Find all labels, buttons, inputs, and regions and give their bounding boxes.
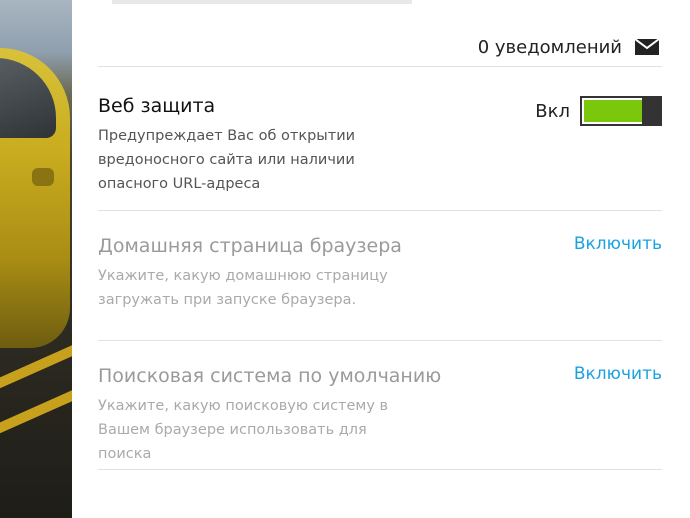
notifications-count[interactable]: 0 уведомлений: [478, 37, 622, 58]
divider: [98, 469, 662, 470]
toggle-on-fill: [584, 100, 645, 122]
web-protection-toggle[interactable]: [580, 96, 662, 126]
enable-homepage-link[interactable]: Включить: [574, 234, 662, 254]
notifications-area[interactable]: 0 уведомлений: [478, 34, 660, 60]
setting-browser-homepage: Домашняя страница браузера Укажите, каку…: [98, 234, 662, 312]
divider: [98, 66, 662, 67]
settings-panel: 0 уведомлений Веб защита Предупреждает В…: [72, 0, 690, 518]
car-door-handle: [32, 168, 54, 186]
divider: [98, 210, 662, 211]
setting-description: Предупреждает Вас об открытии вредоносно…: [98, 128, 356, 192]
background-photo: [0, 0, 72, 518]
enable-search-link[interactable]: Включить: [574, 364, 662, 384]
top-strip: [112, 0, 412, 4]
web-protection-toggle-group[interactable]: Вкл: [535, 96, 662, 126]
setting-default-search: Поисковая система по умолчанию Укажите, …: [98, 364, 662, 466]
setting-description: Укажите, какую домашнюю страницу загружа…: [98, 268, 388, 308]
road-marking: [0, 385, 72, 435]
setting-description: Укажите, какую поисковую систему в Вашем…: [98, 398, 389, 462]
envelope-icon[interactable]: [634, 37, 660, 57]
setting-web-protection: Веб защита Предупреждает Вас об открытии…: [98, 94, 662, 196]
toggle-state-label: Вкл: [535, 100, 570, 122]
toggle-knob[interactable]: [642, 98, 660, 124]
divider: [98, 340, 662, 341]
